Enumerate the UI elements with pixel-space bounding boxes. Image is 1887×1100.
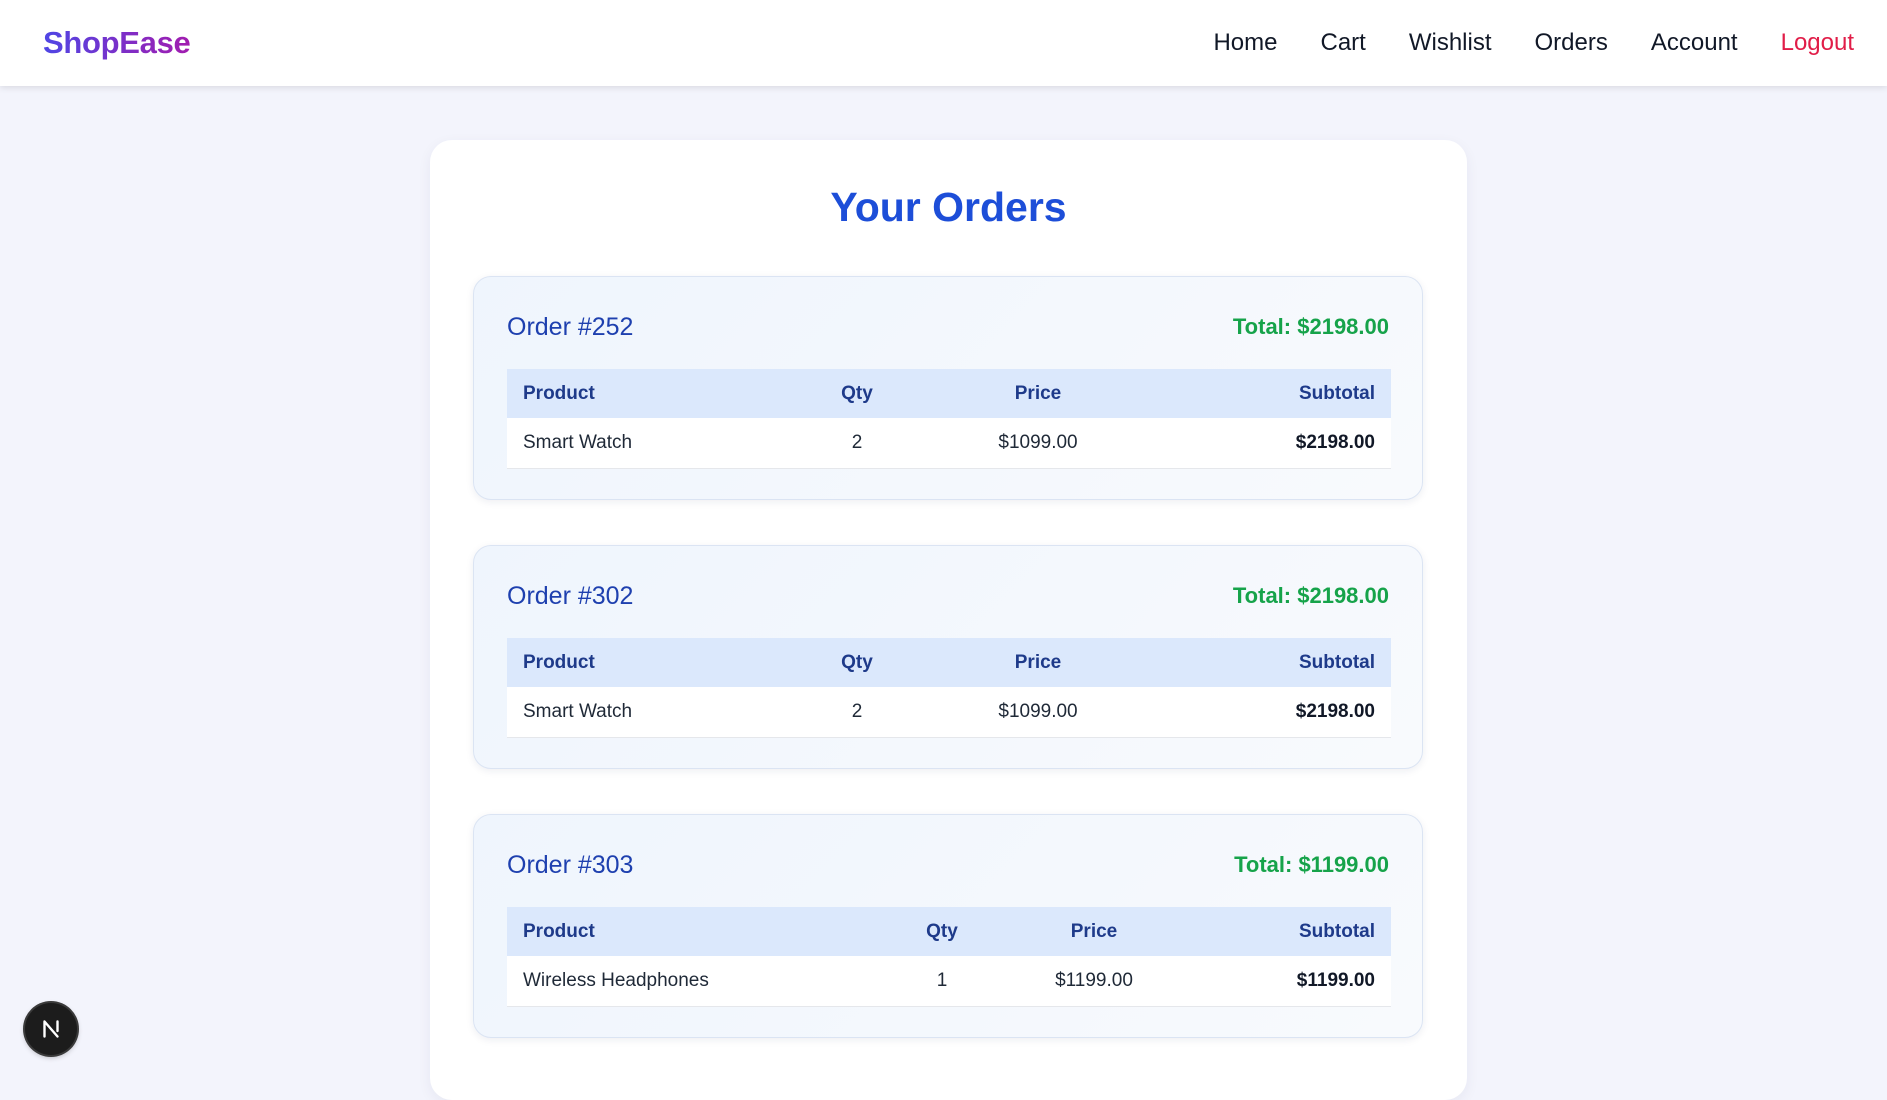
logout-button[interactable]: Logout xyxy=(1781,29,1854,57)
nextjs-icon xyxy=(43,1020,59,1038)
table-row: Wireless Headphones 1 $1199.00 $1199.00 xyxy=(507,956,1391,1007)
order-card: Order #303 Total: $1199.00 Product Qty P… xyxy=(473,814,1423,1038)
cell-price: $1099.00 xyxy=(921,687,1155,738)
order-total: Total: $2198.00 xyxy=(1232,314,1389,339)
column-header-product: Product xyxy=(507,369,793,418)
column-header-subtotal: Subtotal xyxy=(1155,638,1391,687)
order-number: Order #303 xyxy=(507,851,634,879)
nextjs-dev-indicator[interactable] xyxy=(25,1003,77,1055)
cell-subtotal: $2198.00 xyxy=(1155,687,1391,738)
table-row: Smart Watch 2 $1099.00 $2198.00 xyxy=(507,418,1391,469)
nav-link-cart[interactable]: Cart xyxy=(1321,29,1366,57)
table-header-row: Product Qty Price Subtotal xyxy=(507,369,1391,418)
order-items-table: Product Qty Price Subtotal Wireless Head… xyxy=(507,907,1391,1007)
order-items-table: Product Qty Price Subtotal Smart Watch 2… xyxy=(507,638,1391,738)
order-items-table: Product Qty Price Subtotal Smart Watch 2… xyxy=(507,369,1391,469)
column-header-qty: Qty xyxy=(793,638,921,687)
column-header-product: Product xyxy=(507,907,877,956)
cell-qty: 1 xyxy=(877,956,1007,1007)
brand-logo[interactable]: ShopEase xyxy=(43,25,191,61)
column-header-qty: Qty xyxy=(793,369,921,418)
page-title: Your Orders xyxy=(830,184,1067,230)
column-header-subtotal: Subtotal xyxy=(1181,907,1391,956)
order-number: Order #252 xyxy=(507,313,634,341)
nav-links: Home Cart Wishlist Orders Account Logout xyxy=(1213,29,1854,57)
cell-subtotal: $2198.00 xyxy=(1155,418,1391,469)
nav-link-wishlist[interactable]: Wishlist xyxy=(1409,29,1492,57)
order-total: Total: $1199.00 xyxy=(1234,852,1389,877)
order-total: Total: $2198.00 xyxy=(1232,583,1389,608)
cell-product: Smart Watch xyxy=(507,418,793,469)
cell-price: $1099.00 xyxy=(921,418,1155,469)
column-header-product: Product xyxy=(507,638,793,687)
order-number: Order #302 xyxy=(507,582,634,610)
column-header-price: Price xyxy=(921,369,1155,418)
table-header-row: Product Qty Price Subtotal xyxy=(507,638,1391,687)
column-header-price: Price xyxy=(921,638,1155,687)
nav-link-home[interactable]: Home xyxy=(1213,29,1277,57)
column-header-price: Price xyxy=(1007,907,1181,956)
nav-link-orders[interactable]: Orders xyxy=(1535,29,1608,57)
cell-price: $1199.00 xyxy=(1007,956,1181,1007)
column-header-subtotal: Subtotal xyxy=(1155,369,1391,418)
table-header-row: Product Qty Price Subtotal xyxy=(507,907,1391,956)
cell-product: Smart Watch xyxy=(507,687,793,738)
order-card: Order #252 Total: $2198.00 Product Qty P… xyxy=(473,276,1423,500)
cell-qty: 2 xyxy=(793,687,921,738)
cell-qty: 2 xyxy=(793,418,921,469)
order-card: Order #302 Total: $2198.00 Product Qty P… xyxy=(473,545,1423,769)
table-row: Smart Watch 2 $1099.00 $2198.00 xyxy=(507,687,1391,738)
cell-subtotal: $1199.00 xyxy=(1181,956,1391,1007)
orders-card: Your Orders Order #252 Total: $2198.00 P… xyxy=(430,140,1467,1100)
nav-link-account[interactable]: Account xyxy=(1651,29,1738,57)
cell-product: Wireless Headphones xyxy=(507,956,877,1007)
navbar: ShopEase Home Cart Wishlist Orders Accou… xyxy=(0,0,1887,86)
column-header-qty: Qty xyxy=(877,907,1007,956)
